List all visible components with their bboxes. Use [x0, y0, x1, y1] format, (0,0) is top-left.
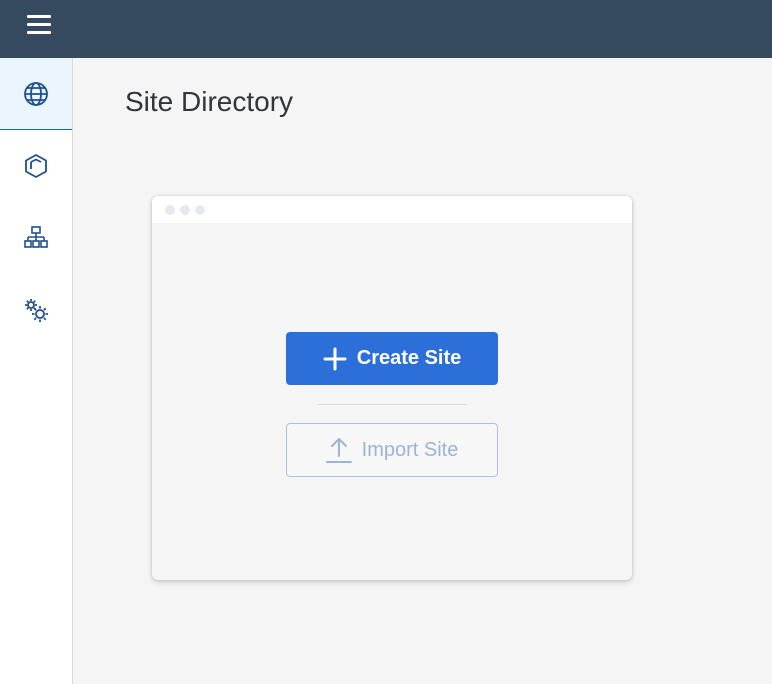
plus-icon	[323, 347, 347, 370]
import-site-label: Import Site	[361, 438, 459, 461]
sidebar-item-structure[interactable]	[0, 202, 72, 274]
cube-icon	[25, 154, 47, 178]
page-title: Site Directory	[125, 86, 294, 117]
sidebar-item-content[interactable]	[0, 130, 72, 202]
main-content: Site Directory Create Site Import Site	[73, 58, 772, 684]
hamburger-menu-button[interactable]	[22, 13, 56, 37]
org-chart-icon	[24, 226, 48, 248]
sidebar	[0, 58, 73, 684]
sidebar-item-settings[interactable]	[0, 274, 72, 346]
hamburger-line	[27, 31, 51, 34]
sidebar-item-sites[interactable]	[0, 58, 72, 130]
hamburger-menu-icon	[27, 15, 51, 18]
create-site-button[interactable]: Create Site	[286, 332, 498, 385]
create-site-label: Create Site	[356, 347, 462, 369]
window-dot	[195, 205, 205, 215]
globe-icon	[24, 81, 48, 106]
import-site-button[interactable]: Import Site	[286, 423, 498, 477]
card-header	[152, 196, 632, 223]
divider	[318, 404, 467, 405]
window-dot	[180, 205, 190, 215]
site-card: Create Site Import Site	[152, 196, 632, 580]
top-bar	[0, 0, 772, 58]
gears-icon	[25, 299, 48, 322]
upload-icon	[325, 438, 352, 463]
hamburger-line	[27, 23, 51, 26]
window-dot	[165, 205, 175, 215]
